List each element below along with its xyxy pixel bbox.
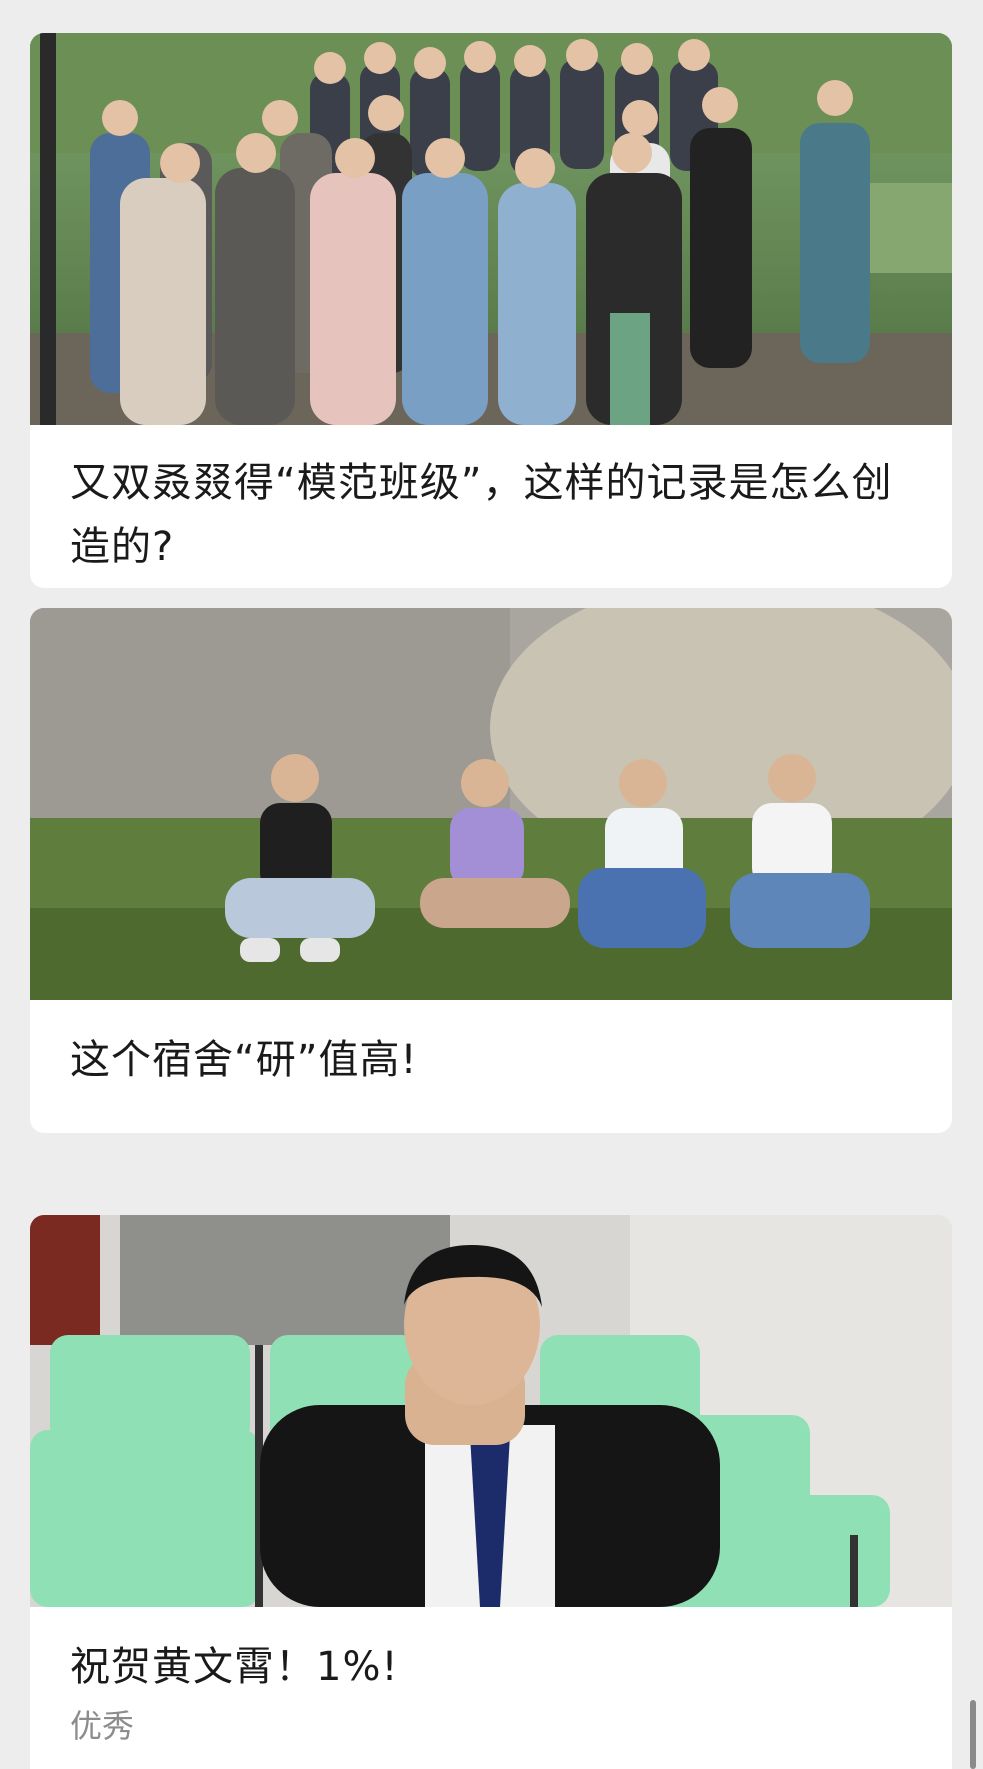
article-card[interactable]: 这个宿舍“研”值高!: [30, 608, 952, 1133]
article-card[interactable]: 又双叒叕得“模范班级”，这样的记录是怎么创造的?: [30, 33, 952, 588]
article-card[interactable]: 祝贺黄文霄！1%! 优秀: [30, 1215, 952, 1769]
article-cover-image[interactable]: [30, 1215, 952, 1607]
article-title[interactable]: 又双叒叕得“模范班级”，这样的记录是怎么创造的?: [30, 425, 952, 579]
scrollbar-thumb[interactable]: [970, 1700, 976, 1769]
article-feed: 又双叒叕得“模范班级”，这样的记录是怎么创造的? 这个宿舍“研”值高! 祝贺黄文…: [0, 0, 983, 1769]
group-photo-image: [30, 33, 952, 425]
article-subtitle: 优秀: [70, 1707, 135, 1745]
portrait-photo-image: [30, 1215, 952, 1607]
article-title[interactable]: 祝贺黄文霄！1%!: [30, 1607, 952, 1699]
article-cover-image[interactable]: [30, 33, 952, 425]
article-title[interactable]: 这个宿舍“研”值高!: [30, 1000, 952, 1092]
dorm-photo-image: [30, 608, 952, 1000]
article-cover-image[interactable]: [30, 608, 952, 1000]
